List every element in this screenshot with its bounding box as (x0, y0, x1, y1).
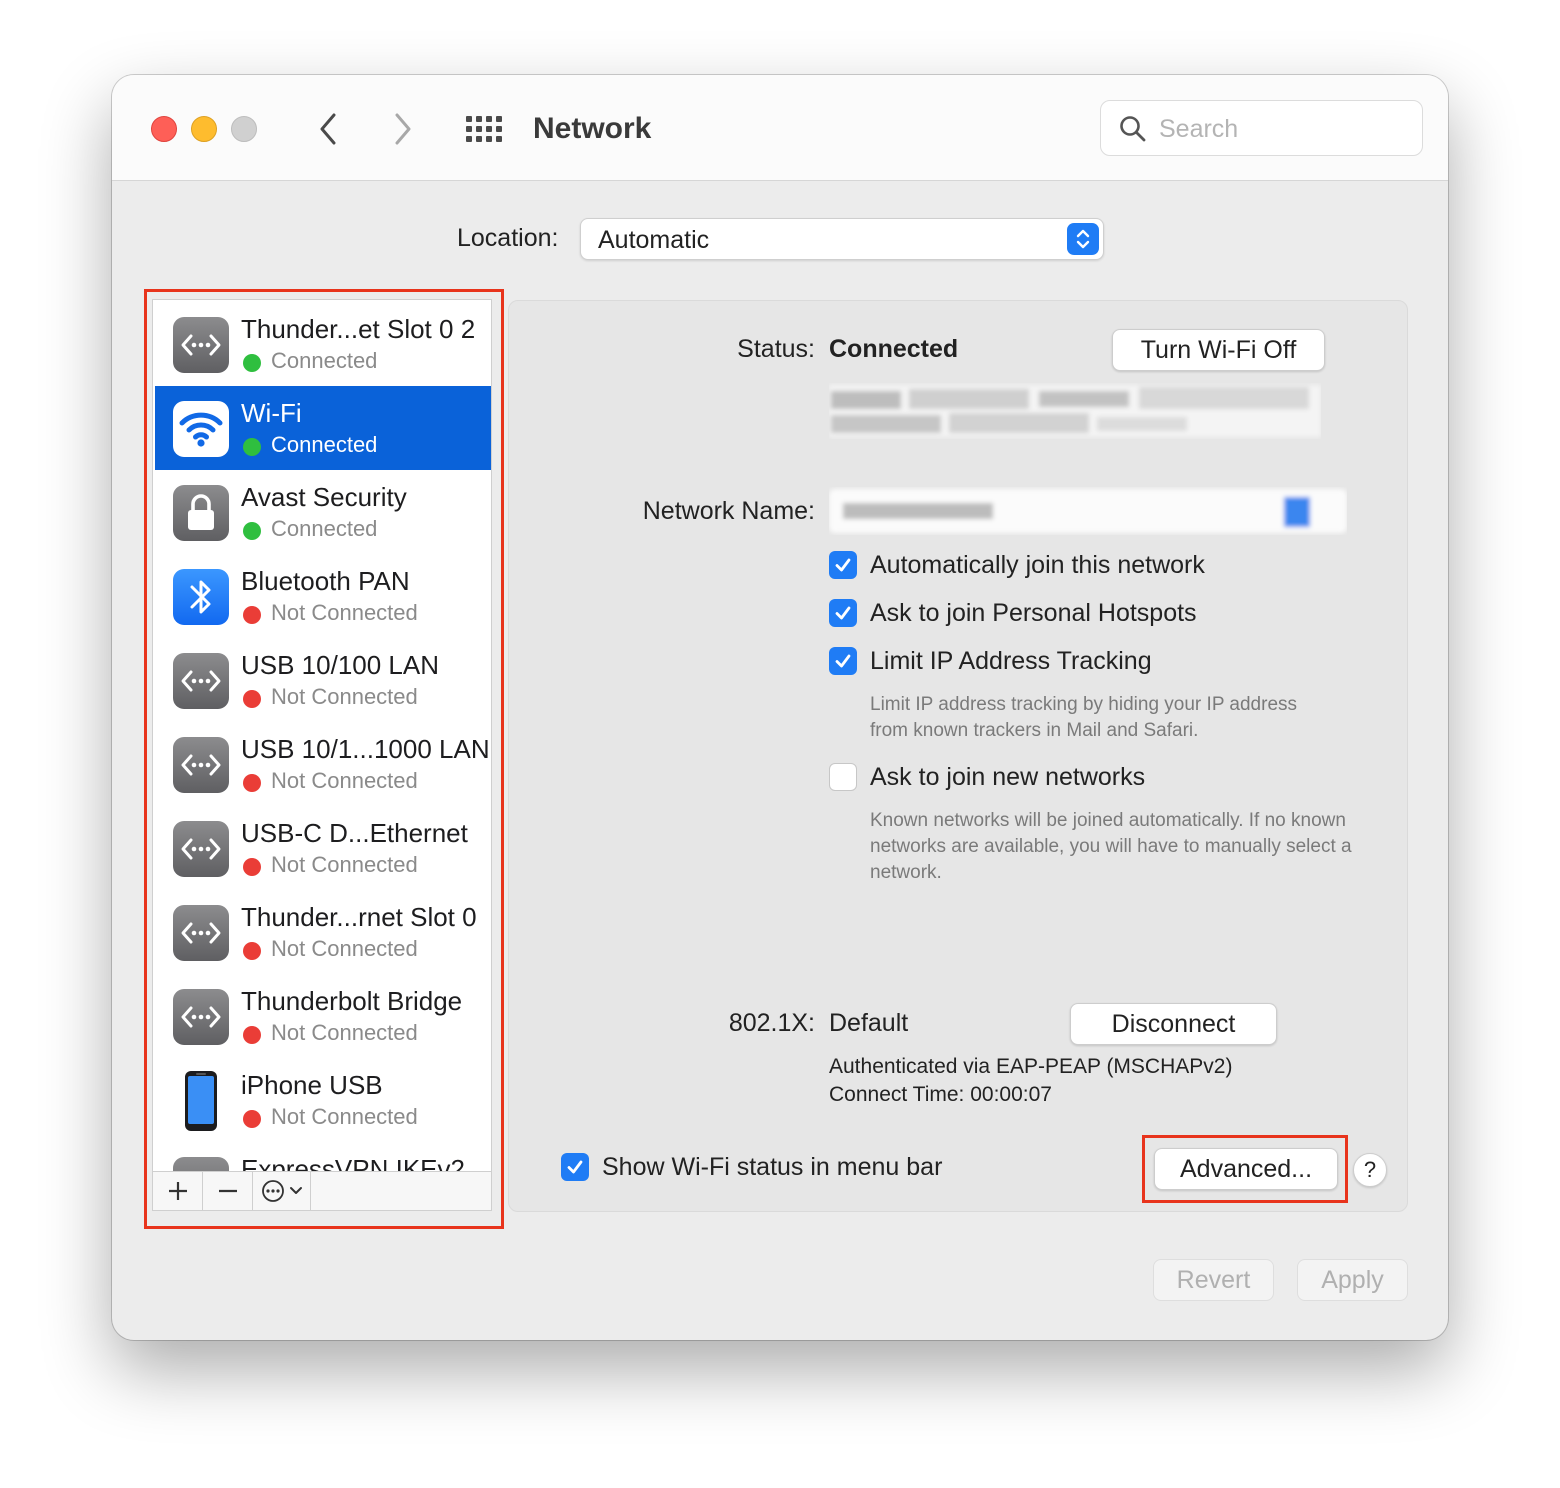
location-label: Location: (457, 224, 559, 252)
minimize-window-button[interactable] (191, 116, 217, 142)
show-wifi-status-label: Show Wi-Fi status in menu bar (602, 1153, 943, 1181)
chevron-left-icon (320, 113, 336, 145)
revert-button[interactable]: Revert (1153, 1259, 1274, 1301)
close-window-button[interactable] (151, 116, 177, 142)
network-preferences-window: Network Location: Automatic Thunder...et… (112, 75, 1448, 1340)
search-icon (1120, 116, 1146, 142)
disconnect-button[interactable]: Disconnect (1070, 1003, 1277, 1045)
zoom-window-button[interactable] (231, 116, 257, 142)
location-select[interactable]: Automatic (580, 218, 1104, 260)
location-value: Automatic (598, 226, 710, 254)
forward-button[interactable] (383, 109, 423, 149)
checkmark-icon (835, 654, 851, 668)
back-button[interactable] (308, 109, 348, 149)
search-field[interactable] (1100, 100, 1423, 156)
checkmark-icon (567, 1160, 583, 1174)
limit-ip-note: Limit IP address tracking by hiding your… (870, 694, 1298, 741)
apply-button[interactable]: Apply (1297, 1259, 1408, 1301)
popup-arrows-icon (1067, 223, 1099, 255)
status-label: Status: (737, 335, 815, 363)
auto-join-checkbox[interactable] (829, 551, 857, 579)
limit-ip-tracking-checkbox[interactable] (829, 647, 857, 675)
service-list-highlight (144, 289, 504, 1229)
chevron-right-icon (395, 113, 411, 145)
dot1x-value: Default (829, 1009, 909, 1037)
turn-wifi-off-button[interactable]: Turn Wi-Fi Off (1112, 329, 1325, 371)
redacted-status-detail (829, 385, 1321, 437)
advanced-button-highlight (1142, 1135, 1348, 1203)
window-title: Network (533, 112, 652, 145)
status-value: Connected (829, 335, 959, 363)
title-bar: Network (112, 75, 1448, 181)
auth-method-text: Authenticated via EAP-PEAP (MSCHAPv2) (829, 1055, 1233, 1078)
redacted-network-name (829, 489, 1347, 533)
ask-new-networks-checkbox[interactable] (829, 763, 857, 791)
search-input[interactable] (1159, 109, 1409, 149)
personal-hotspots-checkbox[interactable] (829, 599, 857, 627)
dot1x-label: 802.1X: (728, 1009, 815, 1037)
checkmark-icon (835, 558, 851, 572)
limit-ip-tracking-label: Limit IP Address Tracking (870, 647, 1152, 675)
help-button[interactable]: ? (1353, 1153, 1387, 1187)
connect-time-text: Connect Time: 00:00:07 (829, 1083, 1052, 1106)
grid-icon (466, 116, 502, 142)
show-wifi-status-checkbox[interactable] (561, 1153, 589, 1181)
checkmark-icon (835, 606, 851, 620)
ask-new-networks-note: Known networks will be joined automatica… (870, 810, 1352, 883)
personal-hotspots-label: Ask to join Personal Hotspots (870, 599, 1197, 627)
show-all-button[interactable] (462, 109, 506, 149)
wifi-details-panel: Status: Connected Turn Wi-Fi Off Network… (508, 300, 1408, 1212)
auto-join-label: Automatically join this network (870, 551, 1205, 579)
ask-new-networks-label: Ask to join new networks (870, 763, 1146, 791)
network-name-label: Network Name: (642, 497, 815, 525)
